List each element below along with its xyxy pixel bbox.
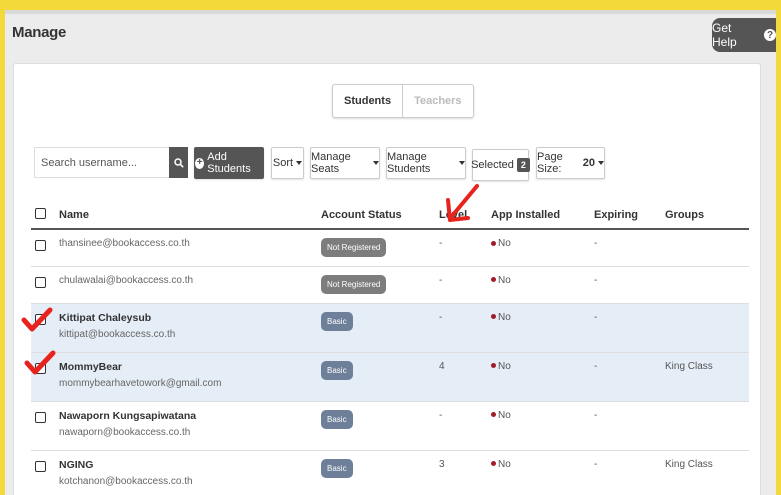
top-bar-divider <box>5 10 776 14</box>
column-name[interactable]: Name <box>59 202 321 230</box>
app-status-dot <box>491 461 496 467</box>
tab-teachers[interactable]: Teachers <box>403 85 473 117</box>
table-row[interactable]: thansinee@bookaccess.co.th Not Registere… <box>31 229 749 267</box>
groups-value <box>665 266 749 304</box>
sort-dropdown[interactable]: Sort <box>271 147 304 179</box>
student-level: - <box>439 401 491 451</box>
app-status-dot <box>491 412 496 418</box>
student-level: - <box>439 229 491 267</box>
app-installed-value: No <box>498 409 511 421</box>
table-row[interactable]: Nawaporn Kungsapiwatana nawaporn@bookacce… <box>31 401 749 451</box>
select-all-checkbox[interactable] <box>35 208 46 219</box>
caret-down-icon <box>459 161 465 165</box>
get-help-button[interactable]: Get Help ? <box>712 18 776 52</box>
column-app-installed[interactable]: App Installed <box>491 202 594 230</box>
student-name: MommyBear <box>59 360 123 373</box>
table-row[interactable]: chulawalai@bookaccess.co.th Not Register… <box>31 266 749 304</box>
app-installed-value: No <box>498 311 511 323</box>
column-expiring[interactable]: Expiring <box>594 202 665 230</box>
student-level: - <box>439 266 491 304</box>
page-size-value: 20 <box>582 157 595 169</box>
expiring-value: - <box>594 401 665 451</box>
selected-button[interactable]: Selected 2 <box>471 149 530 181</box>
manage-students-dropdown[interactable]: Manage Students <box>386 147 466 179</box>
page-title: Manage <box>12 24 67 41</box>
app-status-dot <box>491 314 496 320</box>
student-email: chulawalai@bookaccess.co.th <box>59 274 194 286</box>
student-email: mommybearhavetowork@gmail.com <box>59 377 222 389</box>
status-badge: Basic <box>321 458 353 478</box>
student-level: 4 <box>439 352 491 402</box>
status-badge: Basic <box>321 311 353 331</box>
caret-down-icon <box>296 161 303 165</box>
caret-down-icon <box>598 161 604 165</box>
student-name: Kittipat Chaleysub <box>59 311 152 324</box>
caret-down-icon <box>373 161 379 165</box>
status-badge: Not Registered <box>321 238 387 257</box>
expiring-value: - <box>594 352 665 402</box>
add-students-button[interactable]: + Add Students <box>194 147 264 179</box>
app-status-dot <box>491 240 496 246</box>
expiring-value: - <box>594 450 665 495</box>
student-name: NGING <box>59 458 94 471</box>
student-email: nawaporn@bookaccess.co.th <box>59 426 191 438</box>
student-name: Nawaporn Kungsapiwatana <box>59 409 197 422</box>
red-check-mark-icon <box>21 307 53 332</box>
role-toggle: Students Teachers <box>332 84 474 118</box>
question-circle-icon: ? <box>764 29 776 41</box>
expiring-value: - <box>594 229 665 267</box>
student-email: thansinee@bookaccess.co.th <box>59 238 190 249</box>
app-status-dot <box>491 363 496 369</box>
student-level: 3 <box>439 450 491 495</box>
groups-value <box>665 229 749 267</box>
row-checkbox[interactable] <box>35 276 46 288</box>
student-level: - <box>439 303 491 353</box>
app-status-dot <box>491 277 496 283</box>
selected-label: Selected <box>471 159 514 171</box>
manage-students-label: Manage Students <box>387 151 431 175</box>
app-installed-value: No <box>498 360 511 372</box>
red-check-mark-icon <box>24 350 56 375</box>
manage-seats-label: Manage Seats <box>311 151 351 175</box>
app-installed-value: No <box>498 274 511 286</box>
status-badge: Basic <box>321 360 353 380</box>
expiring-value: - <box>594 266 665 304</box>
column-groups[interactable]: Groups <box>665 202 749 230</box>
status-badge: Not Registered <box>321 274 387 294</box>
table-row[interactable]: NGING kotchanon@bookaccess.co.th Basic 3 … <box>31 450 749 495</box>
expiring-value: - <box>594 303 665 353</box>
page-size-label: Page Size: <box>537 151 563 175</box>
table-row[interactable]: MommyBear mommybearhavetowork@gmail.com B… <box>31 352 749 402</box>
get-help-label: Get Help <box>712 21 737 49</box>
students-table: Name Account Status Level App Installed … <box>31 202 749 495</box>
table-row[interactable]: Kittipat Chaleysub kittipat@bookaccess.co… <box>31 303 749 353</box>
groups-value: King Class <box>665 450 749 495</box>
row-checkbox[interactable] <box>35 460 46 472</box>
manage-screen: Manage Get Help ? Students Teachers + Ad… <box>5 10 776 495</box>
tab-students[interactable]: Students <box>333 85 404 117</box>
row-checkbox[interactable] <box>35 240 46 251</box>
search-button[interactable] <box>169 147 188 178</box>
row-checkbox[interactable] <box>35 411 46 423</box>
plus-circle-icon: + <box>195 157 205 169</box>
sort-label: Sort <box>272 157 294 169</box>
selected-count-badge: 2 <box>516 158 530 172</box>
page-size-dropdown[interactable]: Page Size: 20 <box>536 147 605 179</box>
students-card: Students Teachers + Add Students Sort Ma… <box>13 63 761 495</box>
add-students-label: Add Students <box>207 151 251 175</box>
app-installed-value: No <box>498 458 511 470</box>
groups-value <box>665 401 749 451</box>
table-header-row: Name Account Status Level App Installed … <box>31 202 749 230</box>
search-input[interactable] <box>34 147 169 178</box>
groups-value <box>665 303 749 353</box>
groups-value: King Class <box>665 352 749 402</box>
status-badge: Basic <box>321 409 353 429</box>
column-account-status[interactable]: Account Status <box>321 202 439 230</box>
student-email: kotchanon@bookaccess.co.th <box>59 475 193 487</box>
search-icon <box>173 157 184 168</box>
student-email: kittipat@bookaccess.co.th <box>59 328 176 340</box>
manage-seats-dropdown[interactable]: Manage Seats <box>310 147 380 179</box>
app-installed-value: No <box>498 238 511 249</box>
red-arrow-icon <box>446 184 479 222</box>
